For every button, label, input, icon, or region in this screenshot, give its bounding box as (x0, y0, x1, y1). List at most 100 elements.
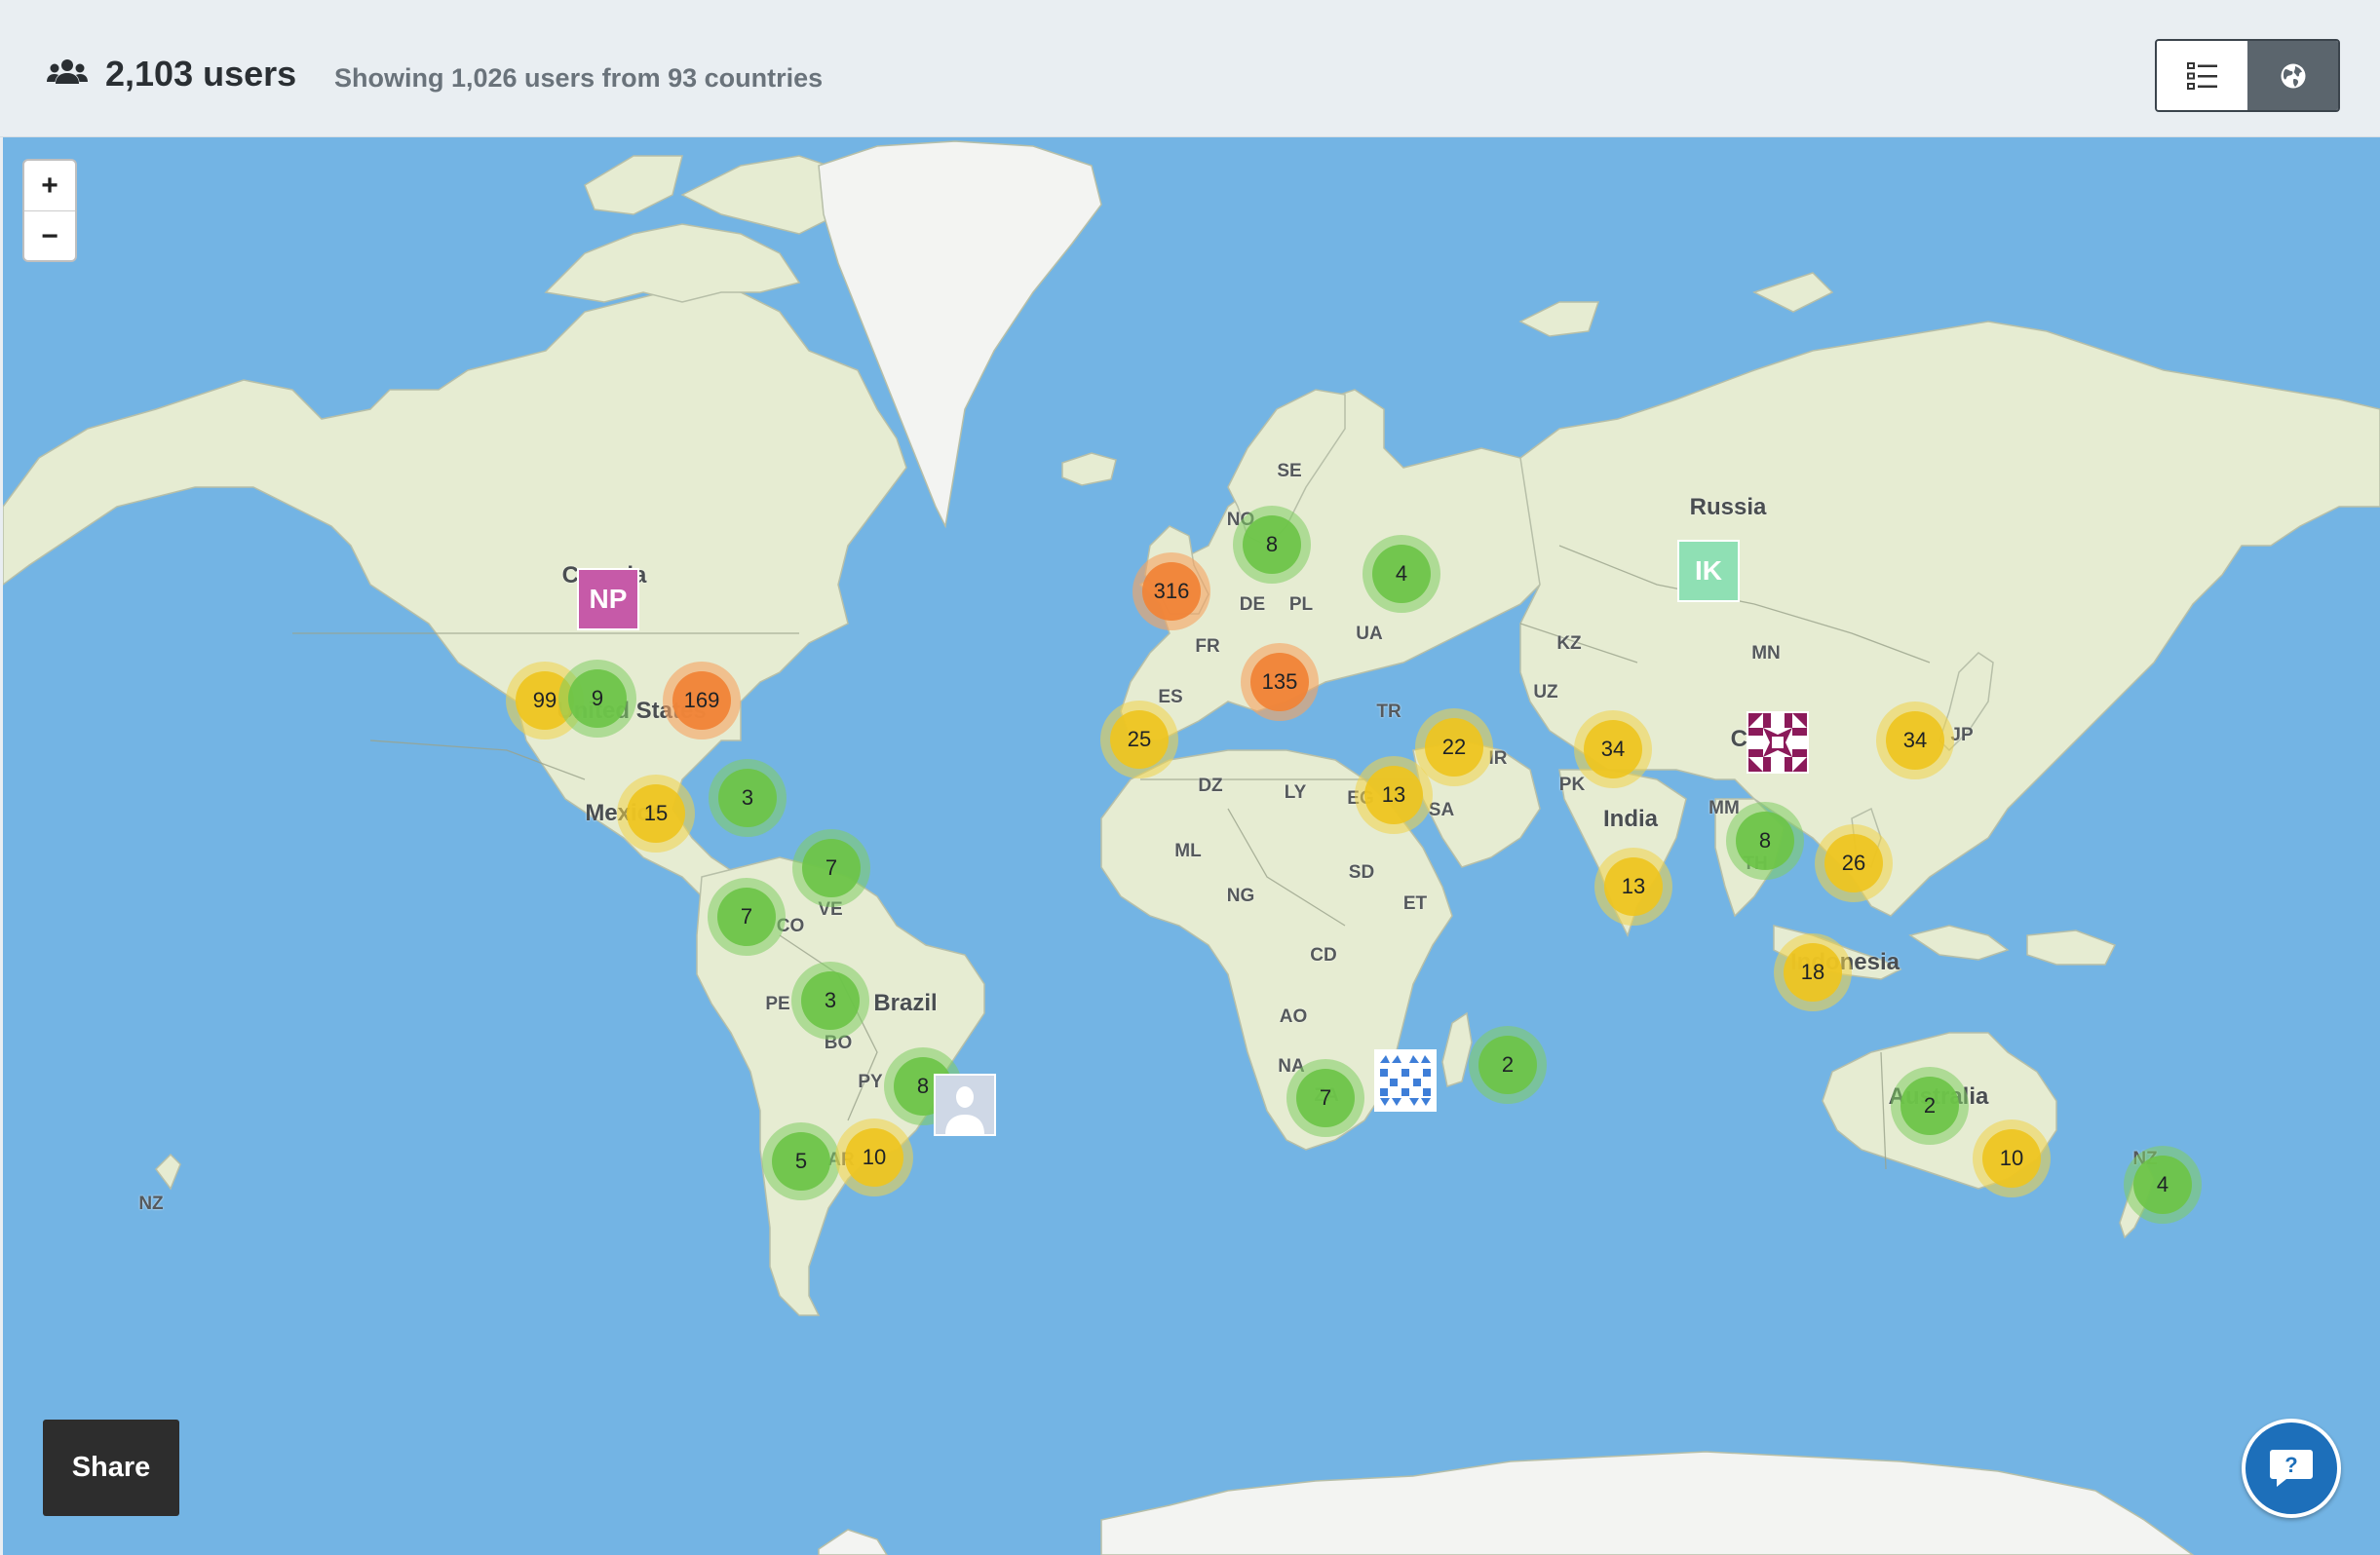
cluster-count: 18 (1784, 943, 1842, 1002)
cluster-count: 7 (802, 839, 861, 897)
showing-summary: Showing 1,026 users from 93 countries (334, 63, 824, 93)
question-chat-icon: ? (2270, 1450, 2313, 1487)
user-avatar-ik[interactable]: IK (1677, 540, 1740, 602)
cluster-count: 22 (1425, 718, 1483, 777)
header-bar: 2,103 users Showing 1,026 users from 93 … (0, 0, 2380, 137)
cluster-uk[interactable]: 316 (1132, 552, 1210, 630)
country-label-ly: LY (1284, 782, 1307, 803)
zoom-control: + − (22, 159, 77, 262)
cluster-australia-east[interactable]: 10 (1973, 1119, 2051, 1197)
cluster-east-us[interactable]: 169 (663, 662, 741, 740)
cluster-mexico[interactable]: 15 (617, 775, 695, 853)
cluster-count: 10 (1982, 1129, 2041, 1188)
country-label-uz: UZ (1533, 682, 1558, 702)
map-view-button[interactable] (2247, 41, 2338, 110)
cluster-iberia[interactable]: 25 (1100, 701, 1178, 778)
user-avatar-brazil-default[interactable] (934, 1074, 996, 1136)
country-label-pe: PE (765, 994, 790, 1014)
list-view-button[interactable] (2157, 41, 2247, 110)
cluster-south-india[interactable]: 13 (1594, 848, 1672, 926)
country-label-fr: FR (1195, 636, 1220, 657)
cluster-count: 3 (801, 971, 860, 1030)
cluster-count: 8 (1736, 812, 1794, 870)
cluster-count: 2 (1900, 1077, 1959, 1135)
country-label-mn: MN (1751, 643, 1781, 664)
user-avatar-np[interactable]: NP (577, 568, 639, 630)
cluster-count: 7 (717, 888, 776, 946)
share-button[interactable]: Share (43, 1420, 179, 1516)
cluster-colombia[interactable]: 7 (708, 878, 786, 956)
cluster-count: 5 (772, 1132, 830, 1191)
cluster-count: 316 (1142, 562, 1201, 621)
cluster-scandinavia[interactable]: 8 (1233, 506, 1311, 584)
cluster-count: 3 (718, 769, 777, 827)
cluster-southeast-asia[interactable]: 8 (1726, 802, 1804, 880)
identicon-pattern (1748, 713, 1807, 772)
country-label-ao: AO (1279, 1006, 1308, 1027)
view-toggle (2155, 39, 2340, 112)
user-avatar-china-pattern[interactable] (1747, 711, 1809, 774)
cluster-egypt[interactable]: 13 (1355, 756, 1433, 834)
cluster-count: 9 (568, 669, 627, 728)
cluster-venezuela[interactable]: 7 (792, 829, 870, 907)
cluster-australia-central[interactable]: 2 (1891, 1067, 1969, 1145)
cluster-count: 34 (1584, 720, 1642, 778)
cluster-central-asia[interactable]: 34 (1574, 710, 1652, 788)
country-label-sd: SD (1348, 862, 1375, 883)
cluster-count: 4 (2133, 1156, 2192, 1214)
cluster-indonesia[interactable]: 18 (1774, 933, 1852, 1011)
country-label-et: ET (1402, 893, 1428, 914)
svg-text:?: ? (2284, 1453, 2297, 1477)
cluster-caribbean[interactable]: 3 (709, 759, 787, 837)
country-label-pl: PL (1288, 594, 1314, 615)
country-label-brazil: Brazil (873, 990, 938, 1016)
cluster-japan[interactable]: 34 (1876, 702, 1954, 779)
cluster-count: 169 (672, 671, 731, 730)
country-label-russia: Russia (1689, 494, 1767, 520)
cluster-new-zealand[interactable]: 4 (2124, 1146, 2202, 1224)
country-label-se: SE (1277, 461, 1302, 481)
cluster-count: 7 (1296, 1069, 1355, 1127)
cluster-central-europe[interactable]: 135 (1241, 643, 1319, 721)
help-chat-button[interactable]: ? (2242, 1419, 2341, 1518)
cluster-central-us[interactable]: 9 (558, 660, 636, 738)
cluster-count: 13 (1364, 766, 1423, 824)
cluster-south-africa[interactable]: 7 (1286, 1059, 1364, 1137)
country-label-india: India (1602, 806, 1659, 832)
cluster-chile[interactable]: 5 (762, 1122, 840, 1200)
default-avatar-icon (936, 1076, 994, 1134)
zoom-out-button[interactable]: − (24, 211, 75, 260)
user-avatar-kenya-pattern[interactable] (1374, 1049, 1437, 1112)
country-label-tr: TR (1376, 702, 1401, 722)
zoom-in-button[interactable]: + (24, 161, 75, 211)
country-label-kz: KZ (1556, 633, 1582, 654)
country-label-dz: DZ (1198, 776, 1223, 796)
country-label-ng: NG (1226, 886, 1255, 906)
user-count: 2,103 users (105, 54, 297, 94)
country-label-de: DE (1239, 594, 1266, 615)
cluster-count: 4 (1372, 545, 1431, 603)
country-label-ml: ML (1174, 841, 1202, 861)
cluster-count: 25 (1110, 710, 1169, 769)
cluster-mauritius[interactable]: 2 (1469, 1026, 1547, 1104)
country-label-es: ES (1158, 687, 1183, 707)
cluster-count: 15 (627, 784, 685, 843)
country-label-sa: SA (1428, 800, 1455, 820)
globe-icon (2281, 63, 2305, 88)
users-icon (47, 59, 88, 84)
cluster-peru-bolivia[interactable]: 3 (791, 962, 869, 1040)
country-label-pk: PK (1558, 775, 1586, 795)
cluster-count: 2 (1478, 1036, 1537, 1094)
cluster-count: 26 (1824, 834, 1883, 892)
cluster-argentina[interactable]: 10 (835, 1119, 913, 1196)
country-label-cd: CD (1310, 945, 1337, 966)
country-label-nz-west: NZ (138, 1194, 164, 1214)
list-icon (2186, 61, 2217, 90)
cluster-count: 10 (845, 1128, 903, 1187)
cluster-count: 135 (1250, 653, 1309, 711)
cluster-russia-west[interactable]: 4 (1363, 535, 1440, 613)
cluster-philippines[interactable]: 26 (1815, 824, 1893, 902)
world-map[interactable]: Russia Canada United States Mexico Brazi… (3, 137, 2380, 1555)
identicon-pattern (1376, 1051, 1435, 1110)
cluster-count: 34 (1886, 711, 1944, 770)
